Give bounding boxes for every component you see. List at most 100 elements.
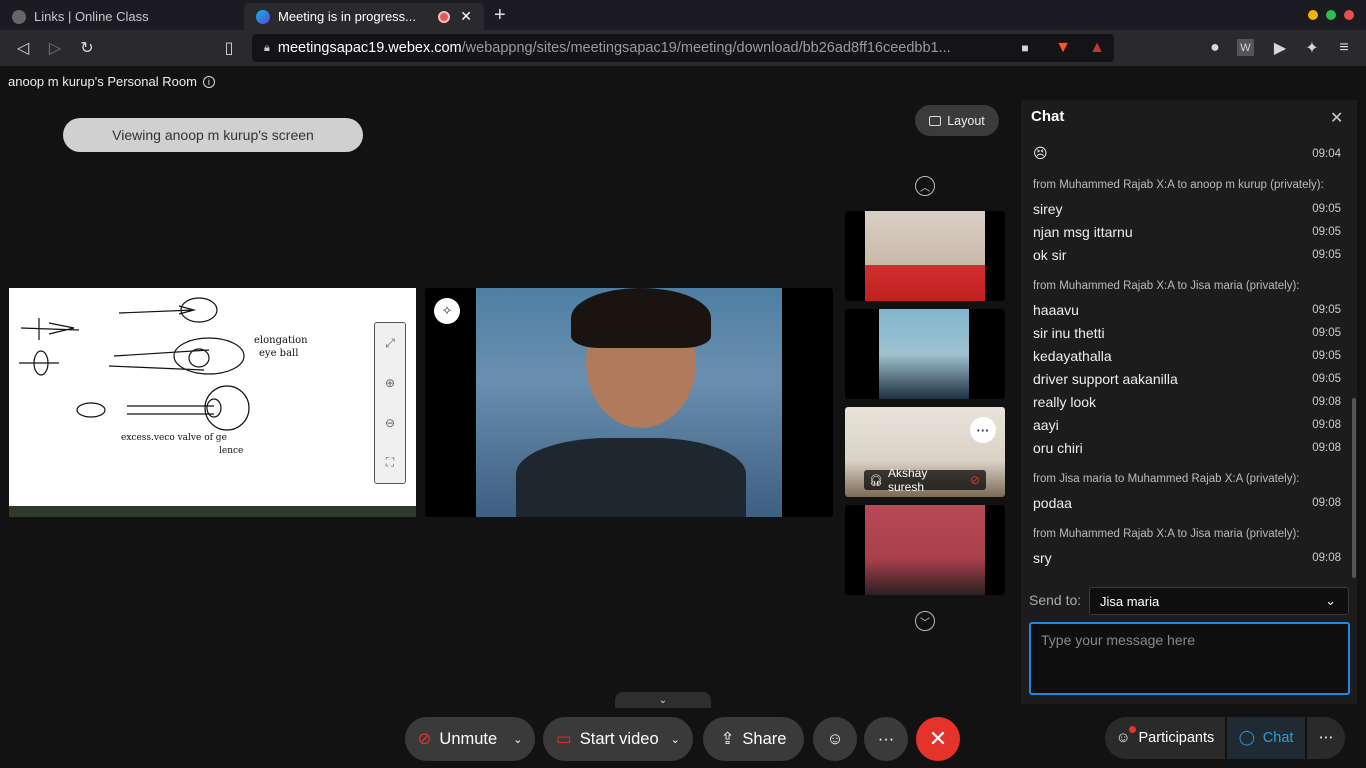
zoom-in-icon[interactable]: ⊕ — [385, 376, 395, 390]
chat-message-text: njan msg ittarnu — [1033, 223, 1133, 240]
menu-icon[interactable]: ≡ — [1333, 37, 1355, 59]
more-options-button[interactable]: ··· — [864, 717, 908, 761]
chat-message-list[interactable]: 😣 09:04 from Muhammed Rajab X:A to anoop m… — [1021, 128, 1349, 578]
chat-message-text: sir inu thetti — [1033, 324, 1105, 341]
collapse-controls-icon[interactable]: ⌄ — [615, 692, 711, 708]
send-to-dropdown[interactable]: Jisa maria ⌄ — [1089, 587, 1349, 615]
scroll-up-icon[interactable]: ︿ — [915, 176, 935, 196]
zoom-out-icon[interactable]: ⊖ — [385, 416, 395, 430]
camera-icon[interactable]: ■ — [1014, 37, 1036, 59]
chat-message-text: kedayathalla — [1033, 347, 1112, 364]
chat-scrollbar[interactable] — [1352, 398, 1356, 578]
body-shape — [516, 438, 746, 517]
minimize-icon[interactable] — [1308, 10, 1318, 20]
microphone-muted-icon: ⊘ — [417, 730, 432, 748]
reload-icon[interactable]: ↻ — [76, 37, 98, 59]
start-video-button[interactable]: ▭ Start video ⌄ — [543, 717, 693, 761]
tab-title: Meeting is in progress... — [278, 9, 417, 24]
share-label: Share — [742, 729, 787, 748]
chat-icon: ◯ — [1238, 730, 1255, 746]
expand-icon[interactable]: ⤢ — [385, 336, 395, 351]
participant-thumbnail[interactable] — [845, 309, 1005, 399]
chat-message: 😣 09:04 — [1021, 142, 1349, 165]
participant-thumbnail[interactable] — [845, 211, 1005, 301]
chat-message: ok sir 09:05 — [1021, 243, 1349, 266]
unmute-label: Unmute — [439, 729, 498, 748]
chat-message: njan msg ittarnu 09:05 — [1021, 220, 1349, 243]
message-input[interactable]: Type your message here — [1029, 622, 1350, 695]
chat-spacer — [1021, 128, 1349, 142]
participant-video — [879, 309, 969, 399]
chat-sender-line: from Muhammed Rajab X:A to Jisa maria (p… — [1033, 528, 1300, 540]
more-panels-button[interactable]: ⋯ — [1307, 717, 1345, 759]
svg-text:lence: lence — [219, 446, 243, 456]
brave-shield-icon[interactable]: ▼ — [1052, 37, 1074, 59]
brave-rewards-icon[interactable]: ▲ — [1086, 37, 1108, 59]
participant-name: Akshay suresh — [887, 466, 928, 494]
recording-icon — [438, 10, 451, 23]
new-tab-button[interactable]: + — [494, 4, 506, 27]
chat-message: aayi 09:08 — [1021, 413, 1349, 436]
chat-message-time: 09:08 — [1312, 395, 1341, 408]
more-icon: ⋯ — [1318, 730, 1334, 746]
participant-thumbnail[interactable] — [845, 505, 1005, 595]
participant-video — [476, 288, 782, 517]
chat-message-time: 09:05 — [1312, 326, 1341, 339]
tab-links-online-class[interactable]: Links | Online Class — [0, 3, 242, 30]
globe-icon — [12, 9, 26, 24]
window-controls[interactable] — [1308, 10, 1354, 20]
close-tab-icon[interactable]: ✕ — [460, 8, 472, 25]
message-placeholder: Type your message here — [1041, 632, 1196, 648]
participants-button[interactable]: ☺ Participants — [1105, 717, 1225, 759]
chevron-down-icon[interactable]: ⌄ — [513, 733, 522, 746]
chat-message: sry 09:08 — [1021, 546, 1349, 569]
chat-button[interactable]: ◯ Chat — [1227, 717, 1305, 759]
info-icon[interactable]: i — [202, 75, 215, 88]
chat-message-text: sirey — [1033, 200, 1063, 217]
chat-message: podaa 09:08 — [1021, 491, 1349, 514]
chat-message: sirey 09:05 — [1021, 197, 1349, 220]
forward-icon[interactable]: ▷ — [44, 37, 66, 59]
chat-message-text: ok sir — [1033, 246, 1067, 263]
shared-screen[interactable]: elongation eye ball excess.veco valve of… — [9, 288, 416, 517]
close-icon: ✕ — [928, 726, 948, 751]
layout-button[interactable]: Layout — [915, 105, 999, 136]
chat-label: Chat — [1262, 730, 1294, 746]
chat-message-text: haaavu — [1033, 301, 1079, 318]
tab-meeting[interactable]: Meeting is in progress... ✕ — [244, 3, 484, 30]
chat-message: sir inu thetti 09:05 — [1021, 321, 1349, 344]
address-bar[interactable]: 🔒︎ meetingsapac19.webex.com/webappng/sit… — [252, 34, 1114, 62]
chat-message-time: 09:04 — [1312, 147, 1341, 160]
close-window-icon[interactable] — [1344, 10, 1354, 20]
bookmark-icon[interactable]: ▯ — [218, 37, 240, 59]
emoji-icon: ☺ — [826, 729, 844, 748]
chat-message: really look 09:08 — [1021, 390, 1349, 413]
zoom-toolbar[interactable]: ⤢ ⊕ ⊖ ⛶ — [374, 322, 406, 484]
tab-title: Links | Online Class — [34, 9, 149, 24]
more-icon: ··· — [877, 729, 895, 748]
main-video-tile[interactable] — [425, 288, 833, 517]
share-button[interactable]: ⇪ Share — [703, 717, 804, 761]
maximize-icon[interactable] — [1326, 10, 1336, 20]
scroll-down-icon[interactable]: ﹀ — [915, 611, 935, 631]
headset-icon: 🎧︎ — [869, 474, 883, 487]
play-extension-icon[interactable]: ▶ — [1269, 37, 1291, 59]
fit-screen-icon[interactable]: ⛶ — [386, 455, 394, 470]
chat-message-time: 09:05 — [1312, 248, 1341, 261]
chevron-down-icon[interactable]: ⌄ — [671, 733, 680, 746]
url-path: /webappng/sites/meetingsapac19/meeting/d… — [461, 40, 951, 56]
extension-icon[interactable]: ● — [1204, 37, 1226, 59]
more-options-icon[interactable]: ··· — [970, 417, 996, 443]
chat-sender-line: from Jisa maria to Muhammed Rajab X:A (p… — [1033, 473, 1300, 485]
close-chat-icon[interactable]: ✕ — [1330, 108, 1343, 128]
unmute-button[interactable]: ⊘ Unmute ⌄ — [405, 717, 535, 761]
puzzle-icon[interactable]: ✦ — [1301, 37, 1323, 59]
leave-meeting-button[interactable]: ✕ — [916, 717, 960, 761]
viewing-banner: Viewing anoop m kurup's screen — [63, 118, 363, 152]
muted-icon: ⊘ — [969, 473, 980, 487]
w-extension-icon[interactable]: W — [1237, 39, 1254, 56]
reactions-button[interactable]: ☺ — [813, 717, 857, 761]
send-to-label: Send to: — [1029, 592, 1082, 608]
pin-icon[interactable]: ✧ — [434, 298, 460, 324]
back-icon[interactable]: ◁ — [12, 37, 34, 59]
